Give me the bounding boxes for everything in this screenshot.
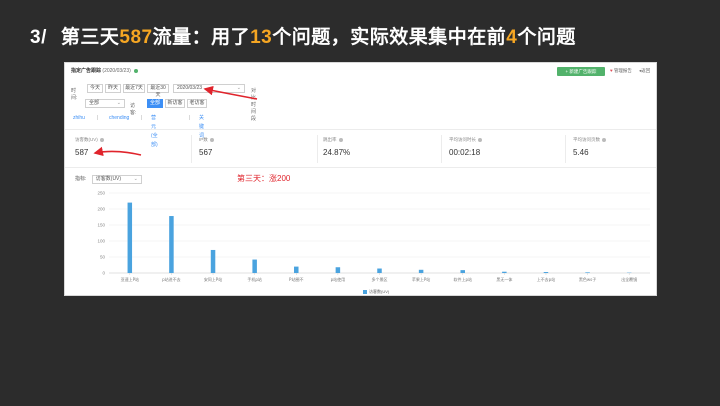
chevron-down-icon: ⌄ [236,85,241,91]
visitor-new[interactable]: 新访客 [165,99,185,108]
bar-1 [169,216,174,273]
filter-source[interactable]: zhihu [73,114,85,123]
filter-campaign[interactable]: chending [109,114,129,123]
bar-8 [460,270,465,273]
bar-2 [210,249,216,273]
bar-5 [335,267,341,273]
metric-ip: IP数 567 [199,137,214,157]
legend-swatch [363,289,367,294]
help-icon [338,137,343,142]
y-tick-label: 50 [100,255,106,260]
x-tick-label-2: 安同上P站 [204,276,222,282]
x-tick-label-12: 出全覆镜 [621,276,637,282]
bar-4 [294,266,299,273]
visitor-returning[interactable]: 老访客 [187,99,207,108]
metric-bounce-rate: 跳出率 24.87% [323,137,351,157]
x-tick-label-10: 上不去p站 [537,276,556,282]
bar-chart-svg: 0 50 100 150 200 250 亚速上P站 p站进不去 安同上P站 手机p站 P站圈不 p站… [97,191,650,282]
bar-0 [127,202,133,273]
status-ok-icon [134,68,139,73]
bar-3 [252,259,257,273]
exit-link[interactable]: ◂返回 [639,68,650,74]
slide-title: 3/第三天587流量：用了13个问题，实际效果集中在前4个问题 [30,22,576,49]
slide-number: 3/ [30,27,47,48]
headline-part-5: 4 [506,27,518,48]
annotation-note: 第三天：涨200 [237,174,291,183]
headline-part-0: 第三天 [60,27,120,48]
x-tick-label-9: 黑无一体 [496,276,512,282]
headline-part-3: 13 [250,27,273,48]
metric-value: 587 [75,148,89,157]
report-title: 指定广告跟踪 (2020/03/23) [71,67,139,74]
report-date: (2020/03/23) [102,68,131,74]
metric-value: 5.46 [573,148,589,157]
chevron-down-icon: ⌄ [133,176,138,182]
x-tick-label-6: 多个景区 [372,276,388,282]
metric-selector-label: 指标: [75,176,87,182]
time-range-yesterday[interactable]: 昨天 [105,84,121,93]
slide-headline: 第三天587流量：用了13个问题，实际效果集中在前4个问题 [61,27,576,48]
x-tick-label-8: 软件上p站 [453,276,472,282]
metric-uv: 访客数(UV) 587 [75,137,104,157]
visitor-all[interactable]: 全部 [147,99,163,108]
metric-avg-duration: 平均访问时长 00:02:18 [449,137,482,157]
chevron-down-icon: ⌄ [116,100,121,106]
compare-period-checkbox[interactable]: 对比时间段 [251,87,256,122]
bar-11 [585,272,590,273]
y-tick-label: 0 [102,271,105,276]
visitor-label: 访客: [130,103,137,116]
manage-report-link[interactable]: ♥ 管理报告 [610,68,632,74]
metric-select[interactable]: 访客数(UV) ⌄ [91,175,142,184]
x-tick-label-1: p站进不去 [162,276,181,282]
heart-icon: ♥ [610,68,613,73]
help-icon [99,137,104,142]
x-tick-label-11: 黑色ws子 [579,276,596,282]
help-icon [209,137,214,142]
filter-keyword[interactable]: 关键词 [199,114,204,139]
y-tick-label: 150 [97,223,105,228]
x-tick-label-7: 苹果上P站 [412,276,430,282]
headline-part-6: 个问题 [517,27,576,48]
x-tick-label-5: p站使用 [331,276,346,282]
time-range-today[interactable]: 今天 [87,84,103,93]
time-range-7d[interactable]: 最近7天 [123,84,145,93]
report-header: 指定广告跟踪 (2020/03/23) + 新建广告跟踪 ♥ 管理报告 ◂返回 [65,63,656,77]
time-label: 时间: [71,88,78,101]
metric-value: 24.87% [323,148,351,157]
time-range-30d[interactable]: 最近30天 [147,84,169,98]
metric-value: 00:02:18 [449,148,481,157]
y-tick-label: 250 [97,191,105,196]
x-tick-label-0: 亚速上P站 [121,276,139,282]
help-icon [478,137,482,142]
bar-7 [418,269,424,273]
metric-value: 567 [199,148,213,157]
bar-9 [502,271,507,273]
filter-unit[interactable]: 营元 (全部) [151,114,158,148]
help-icon [602,137,606,142]
bar-chart: 0 50 100 150 200 250 亚速上P站 p站进不去 安同上P站 手机p站 P站圈不 p站… [65,185,658,297]
headline-part-1: 587 [119,27,153,48]
date-picker[interactable]: 2020/03/23 ⌄ [173,84,245,93]
bar-10 [543,272,549,273]
y-tick-label: 100 [97,239,105,244]
metric-avg-pages: 平均访问页数 5.46 [573,137,606,157]
report-name: 指定广告跟踪 [71,68,102,74]
y-tick-label: 200 [97,207,105,212]
headline-part-2: 流量：用了 [152,27,251,48]
analytics-screenshot: 指定广告跟踪 (2020/03/23) + 新建广告跟踪 ♥ 管理报告 ◂返回 … [64,62,657,296]
chart-legend: 访客数(UV) [363,289,389,295]
headline-part-4: 个问题，实际效果集中在前 [272,27,507,48]
x-tick-label-4: P站圈不 [289,276,303,282]
device-select[interactable]: 全部 ⌄ [85,99,125,108]
bar-6 [377,268,382,273]
x-tick-label-3: 手机p站 [247,276,262,282]
add-tracking-button[interactable]: + 新建广告跟踪 [557,67,605,76]
chart-metric-selector: 指标: 访客数(UV) ⌄ [75,175,142,184]
